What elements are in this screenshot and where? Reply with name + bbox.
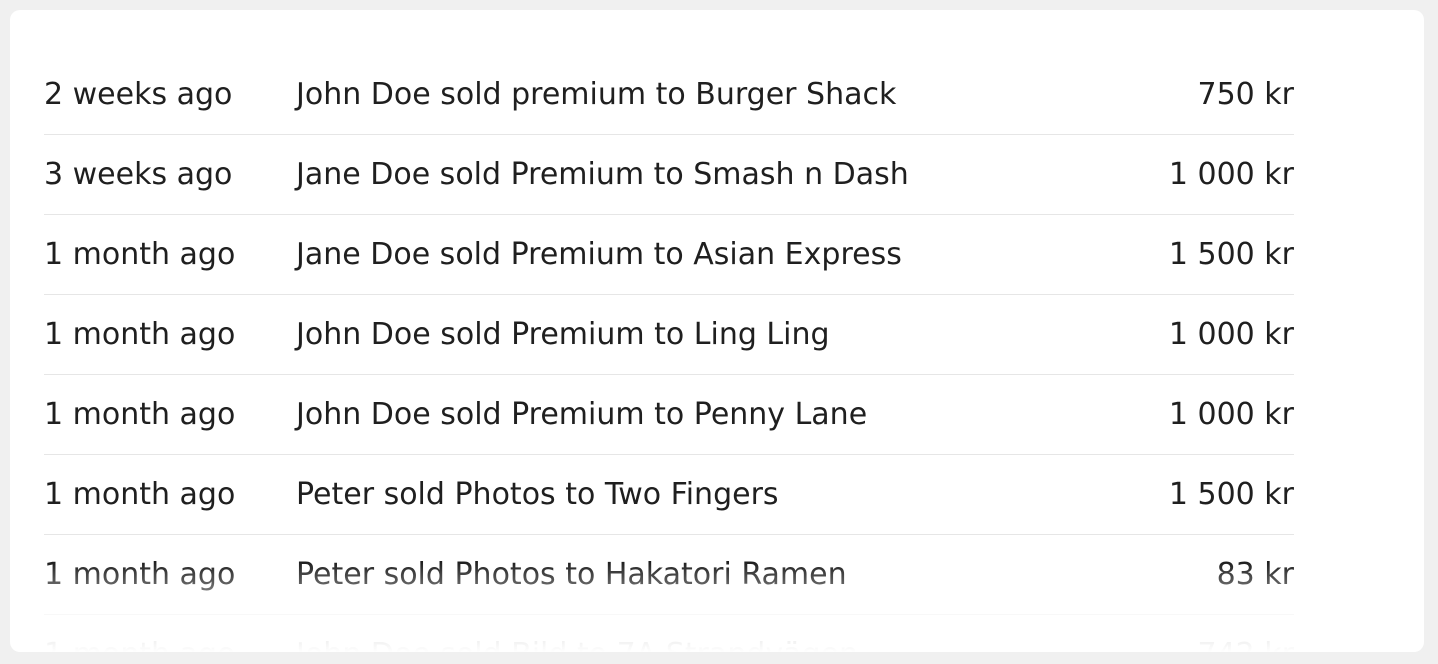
sales-activity-card: 2 weeks ago John Doe sold premium to Bur… [10, 10, 1424, 652]
sales-activity-list: 2 weeks ago John Doe sold premium to Bur… [44, 55, 1294, 652]
sale-description: John Doe sold premium to Burger Shack [296, 77, 897, 112]
sale-amount: 1 500 kr [1168, 237, 1294, 272]
list-item: 2 weeks ago John Doe sold premium to Bur… [44, 55, 1294, 135]
sale-amount: 1 000 kr [1168, 157, 1294, 192]
list-item: 3 weeks ago Jane Doe sold Premium to Sma… [44, 135, 1294, 215]
sale-time: 1 month ago [44, 637, 296, 652]
sale-description: John Doe sold Premium to Ling Ling [296, 317, 830, 352]
sale-description: John Doe sold Premium to Penny Lane [296, 397, 868, 432]
sale-time: 2 weeks ago [44, 77, 233, 112]
sale-description: Jane Doe sold Premium to Smash n Dash [296, 157, 909, 192]
list-item: 1 month ago Peter sold Photos to Two Fin… [44, 455, 1294, 535]
sale-amount: 83 kr [1216, 557, 1294, 592]
list-item: 1 month ago John Doe sold Bild to 7A Str… [44, 615, 1294, 652]
sale-time: 1 month ago [44, 237, 236, 272]
sale-time: 1 month ago [44, 477, 236, 512]
list-item: 1 month ago John Doe sold Premium to Pen… [44, 375, 1294, 455]
sale-description: Jane Doe sold Premium to Asian Express [296, 237, 902, 272]
sale-time: 1 month ago [44, 397, 236, 432]
sale-time: 1 month ago [44, 557, 236, 592]
list-item: 1 month ago Peter sold Photos to Hakator… [44, 535, 1294, 615]
sale-amount: 1 500 kr [1168, 477, 1294, 512]
sale-time: 1 month ago [44, 317, 236, 352]
sale-description: Peter sold Photos to Hakatori Ramen [296, 557, 847, 592]
sale-description: John Doe sold Bild to 7A Strandvägen [296, 637, 1197, 652]
sale-amount: 1 000 kr [1168, 317, 1294, 352]
list-item: 1 month ago John Doe sold Premium to Lin… [44, 295, 1294, 375]
sale-time: 3 weeks ago [44, 157, 233, 192]
list-item: 1 month ago Jane Doe sold Premium to Asi… [44, 215, 1294, 295]
sale-amount: 750 kr [1197, 77, 1294, 112]
sale-description: Peter sold Photos to Two Fingers [296, 477, 779, 512]
sale-amount: 742 kr [1197, 637, 1294, 652]
sale-amount: 1 000 kr [1168, 397, 1294, 432]
